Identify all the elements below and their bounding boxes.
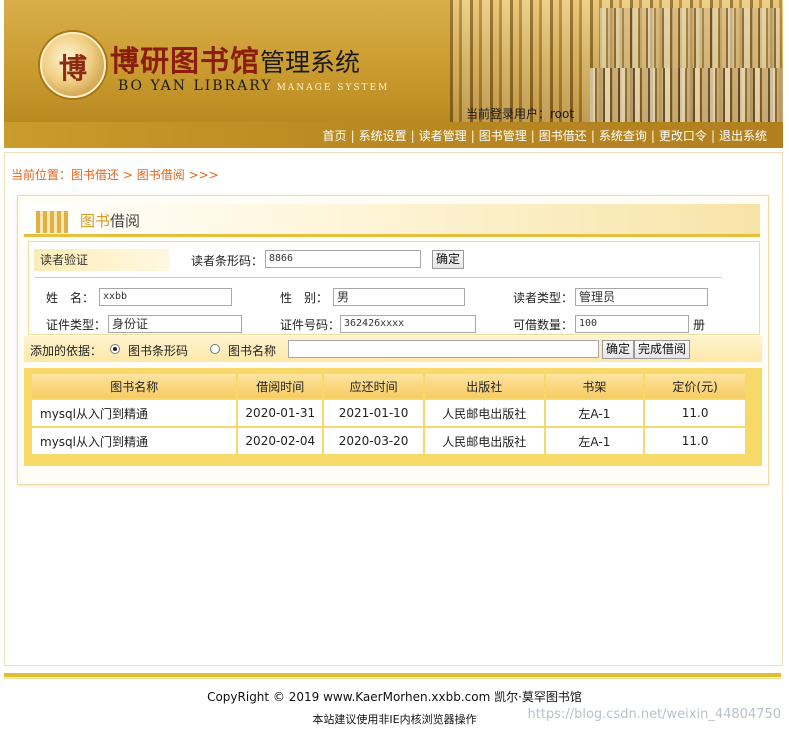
table-row: mysql从入门到精通 2020-02-04 2020-03-20 人民邮电出版… <box>32 428 745 454</box>
cell-price: 11.0 <box>645 400 745 426</box>
csdn-watermark: https://blog.csdn.net/weixin_44804750 <box>527 707 781 722</box>
panel-title: 图书借阅 <box>80 210 140 231</box>
reader-confirm-button[interactable]: 确定 <box>432 250 465 269</box>
cell-borrow-date: 2020-02-04 <box>238 428 323 454</box>
nav-item-reader-management[interactable]: 读者管理 <box>419 129 467 143</box>
col-header-price: 定价(元) <box>645 374 745 398</box>
id-type-field[interactable]: 身份证 <box>108 315 242 333</box>
col-header-book-name: 图书名称 <box>32 374 237 398</box>
id-type-label: 证件类型： <box>46 318 107 332</box>
nav-item-book-management[interactable]: 图书管理 <box>479 129 527 143</box>
borrow-limit-field[interactable]: 100 <box>575 315 689 333</box>
nav-item-change-password[interactable]: 更改口令 <box>659 129 707 143</box>
footer-copyright: CopyRight © 2019 www.KaerMorhen.xxbb.com… <box>207 690 582 704</box>
cell-price: 11.0 <box>645 428 745 454</box>
id-number-field[interactable]: 362426xxxx <box>340 315 476 333</box>
nav-item-system-query[interactable]: 系统查询 <box>599 129 647 143</box>
table-header-row: 图书名称 借阅时间 应还时间 出版社 书架 定价(元) <box>32 374 745 398</box>
reader-gender-field[interactable]: 男 <box>333 288 465 306</box>
reader-type-label: 读者类型： <box>513 291 574 305</box>
borrowed-books-table: 图书名称 借阅时间 应还时间 出版社 书架 定价(元) mysql从入门到精通 … <box>30 372 747 456</box>
radio-book-barcode[interactable] <box>110 344 120 354</box>
breadcrumb-suffix: >>> <box>184 168 219 182</box>
seal-character: 博 <box>58 52 87 85</box>
nav-item-system-settings[interactable]: 系统设置 <box>359 129 407 143</box>
reader-barcode-input[interactable]: 8866 <box>265 250 421 268</box>
borrow-panel: 图书借阅 读者验证 读者条形码： 8866 确定 姓 名： xxbb 性 别： … <box>17 195 769 485</box>
cell-borrow-date: 2020-01-31 <box>238 400 323 426</box>
panel-title-light: 图书 <box>80 212 111 230</box>
content-frame: 当前位置：图书借还 > 图书借阅 >>> 图书借阅 读者验证 读者条形码： 88… <box>4 152 783 666</box>
cell-due-date: 2021-01-10 <box>324 400 423 426</box>
cell-publisher: 人民邮电出版社 <box>424 400 544 426</box>
reader-type-field[interactable]: 管理员 <box>575 288 708 306</box>
borrow-limit-unit: 册 <box>693 318 706 332</box>
col-header-due-date: 应还时间 <box>324 374 423 398</box>
logo-title-cn: 博研图书馆管理系统 <box>110 38 360 80</box>
col-header-publisher: 出版社 <box>424 374 544 398</box>
logo-title-library-name: 博研图书馆 <box>110 44 261 78</box>
logo-en-system: MANAGE SYSTEM <box>276 83 390 93</box>
cell-publisher: 人民邮电出版社 <box>424 428 544 454</box>
main-navbar: 首页 | 系统设置 | 读者管理 | 图书管理 | 图书借还 | 系统查询 | 更改口令 | 退出系统 <box>4 122 783 148</box>
radio-book-name[interactable] <box>210 344 220 354</box>
cell-book-name: mysql从入门到精通 <box>32 400 237 426</box>
add-basis-label: 添加的依据： <box>30 344 103 358</box>
bookshelf-image-top <box>600 8 780 68</box>
nav-separator: | <box>710 129 715 143</box>
breadcrumb-book-borrow[interactable]: 图书借阅 <box>137 168 185 182</box>
logo-en-library: BO YAN LIBRARY <box>118 78 273 94</box>
cell-due-date: 2020-03-20 <box>324 428 423 454</box>
nav-separator: | <box>470 129 475 143</box>
nav-item-logout[interactable]: 退出系统 <box>719 129 767 143</box>
reader-info-box: 读者验证 读者条形码： 8866 确定 姓 名： xxbb 性 别： 男 读者类… <box>28 241 760 335</box>
library-seal-logo: 博 <box>40 32 106 98</box>
nav-menu: 首页 | 系统设置 | 读者管理 | 图书管理 | 图书借还 | 系统查询 | 更改口令 | 退出系统 <box>323 127 767 144</box>
radio-book-barcode-label[interactable]: 图书条形码 <box>128 342 188 359</box>
reader-name-label: 姓 名： <box>46 291 95 305</box>
id-number-label: 证件号码： <box>280 318 341 332</box>
cell-shelf: 左A-1 <box>545 400 644 426</box>
footer-divider-thin <box>4 678 781 679</box>
table-row: mysql从入门到精通 2020-01-31 2021-01-10 人民邮电出版… <box>32 400 745 426</box>
borrowed-books-table-wrap: 图书名称 借阅时间 应还时间 出版社 书架 定价(元) mysql从入门到精通 … <box>24 368 762 466</box>
reader-barcode-label: 读者条形码： <box>191 254 264 268</box>
nav-separator: | <box>530 129 535 143</box>
breadcrumb-arrow: > <box>119 168 137 182</box>
nav-separator: | <box>350 129 355 143</box>
nav-item-home[interactable]: 首页 <box>323 129 347 143</box>
borrow-limit-label: 可借数量： <box>513 318 574 332</box>
panel-title-dark: 借阅 <box>110 212 141 230</box>
radio-book-name-label[interactable]: 图书名称 <box>228 342 276 359</box>
breadcrumb-borrow-return[interactable]: 图书借还 <box>71 168 119 182</box>
nav-separator: | <box>590 129 595 143</box>
breadcrumb: 当前位置：图书借还 > 图书借阅 >>> <box>11 166 219 183</box>
divider <box>34 277 722 278</box>
breadcrumb-prefix: 当前位置： <box>11 168 72 182</box>
reader-name-field[interactable]: xxbb <box>99 288 232 306</box>
add-basis-row: 添加的依据： 图书条形码 图书名称 确定 完成借阅 <box>24 336 762 362</box>
panel-title-bar: 图书借阅 <box>24 204 760 237</box>
nav-item-borrow-return[interactable]: 图书借还 <box>539 129 587 143</box>
nav-separator: | <box>650 129 655 143</box>
nav-separator: | <box>410 129 415 143</box>
cell-shelf: 左A-1 <box>545 428 644 454</box>
reader-verify-label: 读者验证 <box>34 249 170 271</box>
logo-title-en: BO YAN LIBRARY MANAGE SYSTEM <box>118 78 389 94</box>
bookshelf-banner-image <box>450 0 783 122</box>
book-search-input[interactable] <box>288 340 599 358</box>
finish-borrow-button[interactable]: 完成借阅 <box>634 340 691 359</box>
bookshelf-image-bottom <box>590 68 783 122</box>
cell-book-name: mysql从入门到精通 <box>32 428 237 454</box>
col-header-shelf: 书架 <box>545 374 644 398</box>
footer-divider <box>4 673 781 677</box>
page-header: 博 博研图书馆管理系统 BO YAN LIBRARY MANAGE SYSTEM … <box>4 0 783 122</box>
books-icon <box>36 211 68 233</box>
current-user-label: 当前登录用户：root <box>466 107 575 121</box>
col-header-borrow-date: 借阅时间 <box>238 374 323 398</box>
book-confirm-button[interactable]: 确定 <box>602 340 635 359</box>
reader-gender-label: 性 别： <box>280 291 329 305</box>
logo-title-system: 管理系统 <box>260 48 361 77</box>
